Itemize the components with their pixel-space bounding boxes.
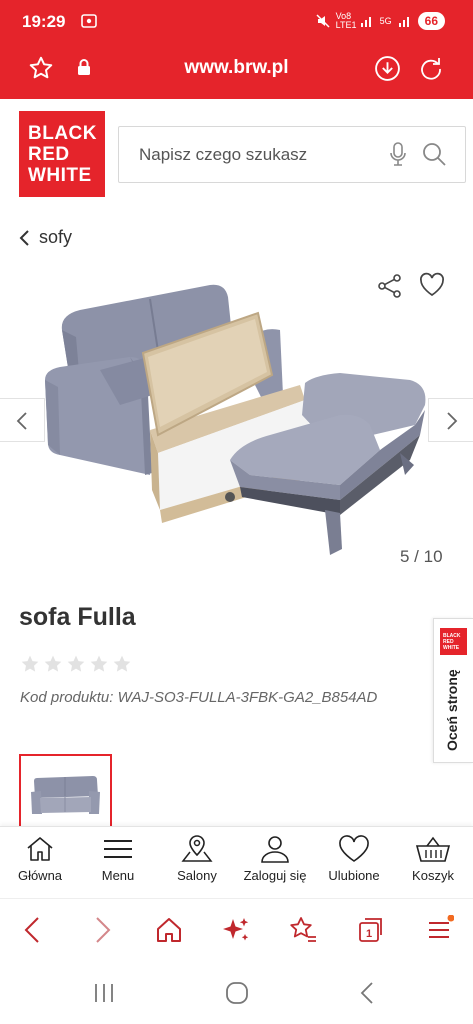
- menu-icon: [104, 840, 132, 858]
- signal-icon: [360, 17, 371, 27]
- nav-label: Salony: [177, 868, 217, 883]
- site-bottom-nav: Główna Menu Salony Zaloguj się Ulubione …: [0, 826, 473, 898]
- product-title: sofa Fulla: [19, 603, 136, 631]
- ai-sparkle-button[interactable]: [221, 915, 251, 950]
- nav-item-glowna[interactable]: Główna: [0, 835, 80, 883]
- nav-label: Koszyk: [412, 868, 454, 883]
- search-icon[interactable]: [421, 141, 447, 172]
- nav-label: Zaloguj się: [243, 868, 307, 883]
- gallery-counter: 5 / 10: [400, 547, 443, 566]
- nav-label: Główna: [17, 868, 63, 883]
- map-pin-icon: [181, 835, 213, 862]
- rating-stars[interactable]: [20, 654, 132, 674]
- breadcrumb-label: sofy: [39, 227, 73, 247]
- chevron-right-icon: [447, 412, 458, 430]
- star-icon[interactable]: [66, 654, 86, 674]
- sparkle-icon: [223, 918, 249, 941]
- home-button[interactable]: [155, 915, 183, 950]
- thumbnail-sofa-image: [21, 756, 110, 827]
- forward-button[interactable]: [91, 915, 113, 950]
- rate-tab-label: Oceń stronę: [444, 669, 460, 751]
- back-button[interactable]: [22, 915, 44, 950]
- nav-label: Ulubione: [328, 868, 380, 883]
- breadcrumb[interactable]: sofy: [19, 227, 72, 248]
- home-icon: [157, 918, 181, 942]
- recent-apps-icon: [95, 984, 113, 1002]
- url-bar[interactable]: www.brw.pl: [0, 57, 473, 79]
- chevron-left-icon: [19, 229, 29, 246]
- system-nav-bar: [0, 962, 473, 1024]
- recent-apps-button[interactable]: [93, 982, 115, 1009]
- nav-item-koszyk[interactable]: Koszyk: [393, 835, 473, 883]
- rate-tab-logo: BLACK RED WHITE: [440, 628, 467, 655]
- svg-text:1: 1: [366, 928, 372, 940]
- product-code: Kod produktu: WAJ-SO3-FULLA-3FBK-GA2_B85…: [20, 689, 378, 706]
- nav-item-menu[interactable]: Menu: [78, 835, 158, 883]
- arrow-right-icon: [96, 917, 111, 943]
- browser-toolbar: 1: [0, 898, 473, 962]
- menu-icon: [429, 914, 455, 938]
- signal-icon-2: [398, 17, 409, 27]
- network2-label: 5G: [379, 16, 392, 26]
- bookmarks-button[interactable]: [288, 915, 318, 950]
- system-home-button[interactable]: [225, 981, 249, 1010]
- search-box[interactable]: [118, 126, 466, 183]
- home-circle-icon: [226, 982, 248, 1004]
- nav-label: Menu: [101, 868, 135, 883]
- rate-page-tab[interactable]: BLACK RED WHITE Oceń stronę: [433, 618, 473, 763]
- star-icon[interactable]: [89, 654, 109, 674]
- brand-logo[interactable]: BLACK RED WHITE: [19, 111, 105, 197]
- star-icon[interactable]: [20, 654, 40, 674]
- rate-logo-line-3: WHITE: [443, 645, 460, 651]
- search-input[interactable]: [139, 145, 369, 165]
- gallery-prev-button[interactable]: [0, 398, 45, 442]
- logo-line-3: WHITE: [28, 165, 92, 186]
- logo-line-2: RED: [28, 144, 70, 165]
- gallery-next-button[interactable]: [428, 398, 473, 442]
- nav-item-salony[interactable]: Salony: [157, 835, 237, 883]
- status-bar: 19:29 Vo8 LTE1 5G 66: [0, 0, 473, 44]
- system-back-button[interactable]: [358, 981, 378, 1010]
- user-icon: [261, 836, 289, 863]
- star-icon[interactable]: [43, 654, 63, 674]
- screen-record-icon: [81, 14, 97, 33]
- chevron-left-icon: [16, 412, 27, 430]
- status-time: 19:29: [22, 12, 66, 31]
- network-label: Vo8 LTE1: [335, 11, 357, 30]
- basket-icon: [415, 836, 451, 862]
- logo-line-1: BLACK: [28, 123, 97, 144]
- star-list-icon: [290, 917, 316, 942]
- gallery-thumbnail[interactable]: [19, 754, 112, 829]
- mute-icon: [316, 14, 330, 28]
- battery-badge: 66: [417, 12, 445, 30]
- star-icon[interactable]: [112, 654, 132, 674]
- status-icons: Vo8 LTE1 5G 66: [316, 12, 445, 30]
- nav-item-ulubione[interactable]: Ulubione: [314, 835, 394, 883]
- tabs-button[interactable]: 1: [357, 915, 385, 950]
- browser-menu-button[interactable]: [426, 914, 455, 950]
- chevron-left-icon: [360, 982, 373, 1004]
- home-icon: [27, 837, 53, 861]
- download-button[interactable]: [374, 55, 401, 87]
- arrow-left-icon: [24, 917, 39, 943]
- nav-item-zaloguj[interactable]: Zaloguj się: [235, 835, 315, 883]
- heart-icon: [339, 835, 369, 862]
- microphone-icon[interactable]: [389, 142, 407, 173]
- reload-button[interactable]: [418, 55, 444, 86]
- product-image-sofa[interactable]: [40, 275, 430, 560]
- tabs-icon: 1: [359, 918, 382, 942]
